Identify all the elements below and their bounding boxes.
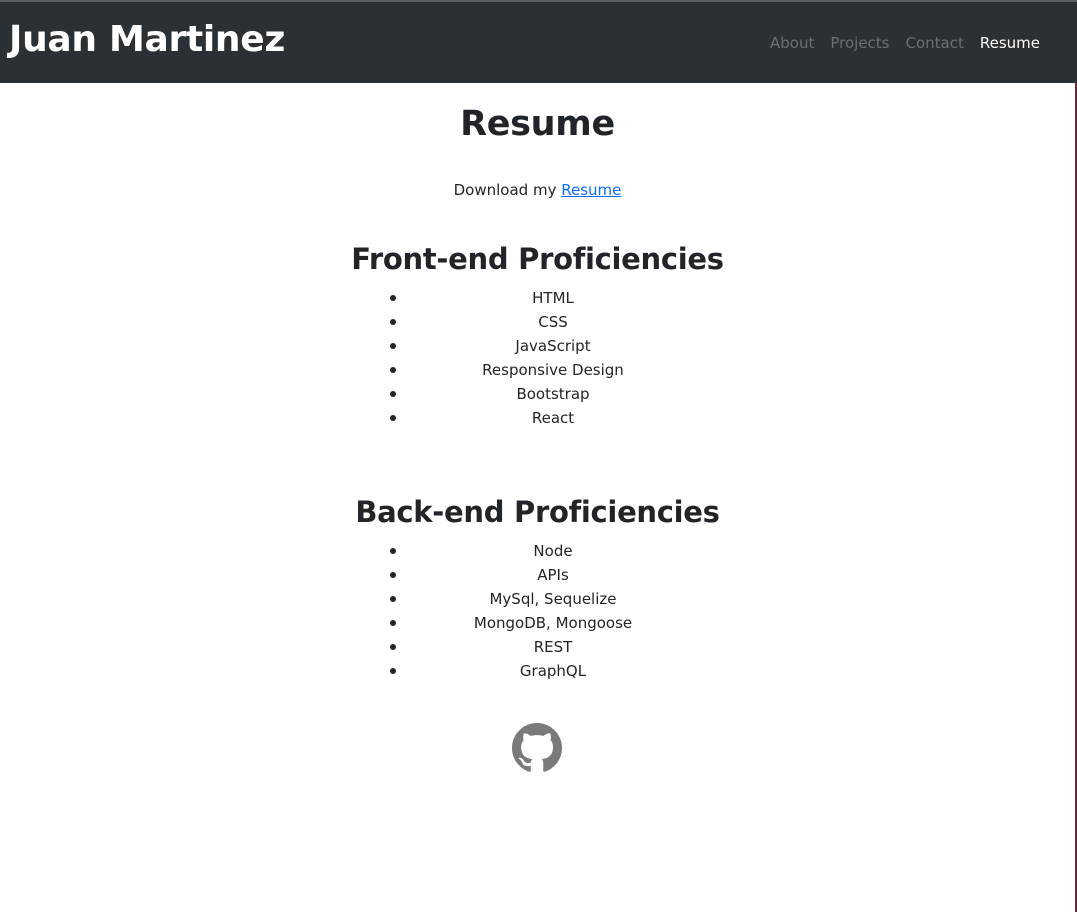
nav-resume-link[interactable]: Resume (980, 32, 1040, 54)
nav-links: About Projects Contact Resume (770, 32, 1040, 54)
navbar: Juan Martinez About Projects Contact Res… (0, 2, 1077, 83)
bullet-icon (390, 644, 396, 650)
bullet-icon (390, 343, 396, 349)
bullet-icon (390, 367, 396, 373)
list-item: HTML (0, 286, 1075, 310)
brand-name[interactable]: Juan Martinez (9, 16, 285, 64)
bullet-icon (390, 572, 396, 578)
page-title: Resume (460, 104, 615, 144)
list-item: GraphQL (0, 659, 1075, 683)
list-item: React (0, 406, 1075, 430)
bullet-icon (390, 391, 396, 397)
frontend-skill-list: HTML CSS JavaScript Responsive Design Bo… (0, 286, 1075, 430)
bullet-icon (390, 596, 396, 602)
download-text: Download my (453, 181, 562, 199)
download-line: Download my Resume (0, 179, 1075, 201)
resume-download-link[interactable]: Resume (561, 181, 621, 199)
list-item: REST (0, 635, 1075, 659)
list-item: MongoDB, Mongoose (0, 611, 1075, 635)
backend-skill-list: Node APIs MySql, Sequelize MongoDB, Mong… (0, 539, 1075, 683)
list-item: Responsive Design (0, 358, 1075, 382)
bullet-icon (390, 548, 396, 554)
page: Juan Martinez About Projects Contact Res… (0, 0, 1077, 912)
bullet-icon (390, 668, 396, 674)
nav-projects-link[interactable]: Projects (830, 32, 889, 54)
frontend-section-title: Front-end Proficiencies (351, 242, 724, 276)
nav-about-link[interactable]: About (770, 32, 814, 54)
bullet-icon (390, 319, 396, 325)
github-icon[interactable] (512, 723, 562, 773)
list-item: CSS (0, 310, 1075, 334)
backend-section-title: Back-end Proficiencies (355, 495, 720, 529)
list-item: Bootstrap (0, 382, 1075, 406)
bullet-icon (390, 620, 396, 626)
list-item: MySql, Sequelize (0, 587, 1075, 611)
bullet-icon (390, 415, 396, 421)
bullet-icon (390, 295, 396, 301)
list-item: APIs (0, 563, 1075, 587)
list-item: JavaScript (0, 334, 1075, 358)
list-item: Node (0, 539, 1075, 563)
nav-contact-link[interactable]: Contact (906, 32, 964, 54)
